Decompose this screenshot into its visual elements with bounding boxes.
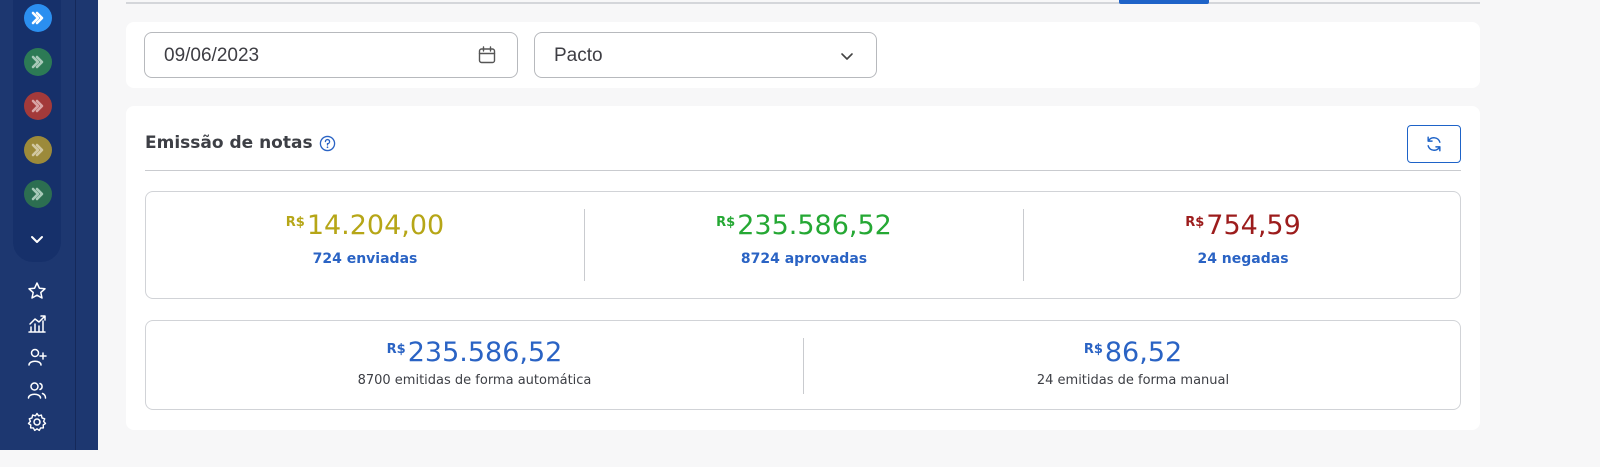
approved-count: 8724 aprovadas [740,251,868,267]
amount-value: 235.586,52 [737,210,892,241]
refresh-icon [1427,136,1441,152]
gear-icon [27,412,47,432]
invoice-emission-card: Emissão de notas R$ 14.204,00 724 enviad… [126,106,1480,430]
amount-value: 754,59 [1206,210,1301,241]
status-summary-box: R$ 14.204,00 724 enviadas R$ 235.586,52 … [145,191,1461,299]
tab-active-indicator[interactable] [1119,0,1209,4]
card-title-divider [145,170,1461,171]
manual-emission: R$ 86,52 24 emitidas de forma manual [804,321,1462,409]
app-pacto-gold[interactable] [24,136,52,164]
currency-symbol: R$ [285,215,305,230]
refresh-button[interactable] [1407,125,1461,163]
filter-card: 09/06/2023 Pacto [126,22,1480,88]
automatic-count: 8700 emitidas de forma automática [357,373,592,388]
card-title-text: Emissão de notas [145,133,313,153]
date-field-value: 09/06/2023 [164,45,260,66]
star-icon [28,282,46,299]
app-switcher [13,0,61,262]
sent-summary: R$ 14.204,00 724 enviadas [146,192,584,298]
pacto-app-icon [31,187,44,201]
denied-summary: R$ 754,59 24 negadas [1024,192,1462,298]
pacto-app-icon [31,55,44,69]
help-icon[interactable] [319,135,336,152]
sent-amount: R$ 14.204,00 [286,210,444,241]
manual-count: 24 emitidas de forma manual [1036,373,1230,388]
app-pacto-green[interactable] [24,48,52,76]
nav-add-user[interactable] [26,346,48,368]
manual-amount: R$ 86,52 [1084,337,1182,368]
currency-symbol: R$ [1083,342,1103,357]
app-pacto-darkgreen[interactable] [24,180,52,208]
chart-growth-icon [28,315,46,333]
pacto-app-icon [31,11,44,25]
nav-users[interactable] [26,379,48,401]
pacto-app-icon [31,99,44,113]
automatic-amount: R$ 235.586,52 [387,337,563,368]
automatic-emission: R$ 235.586,52 8700 emitidas de forma aut… [146,321,803,409]
currency-symbol: R$ [1185,215,1205,230]
calendar-icon[interactable] [477,45,497,65]
nav-settings[interactable] [26,411,48,433]
chevron-down-icon [31,236,43,243]
emission-mode-box: R$ 235.586,52 8700 emitidas de forma aut… [145,320,1461,410]
date-field[interactable]: 09/06/2023 [144,32,518,78]
pacto-app-icon [31,143,44,157]
app-pacto-blue[interactable] [24,4,52,32]
app-pacto-red[interactable] [24,92,52,120]
expand-apps-button[interactable] [25,227,49,251]
currency-symbol: R$ [716,215,736,230]
nav-reports[interactable] [26,313,48,335]
company-select[interactable]: Pacto [534,32,877,78]
currency-symbol: R$ [386,342,406,357]
nav-favorites[interactable] [26,280,48,302]
tab-bar-divider [126,2,1480,4]
amount-value: 235.586,52 [407,337,563,368]
chevron-down-icon [841,53,853,60]
sent-count: 724 enviadas [312,251,418,267]
denied-amount: R$ 754,59 [1185,210,1301,241]
denied-count: 24 negadas [1197,251,1289,267]
sidebar [0,0,98,450]
sidebar-divider [75,0,76,450]
users-icon [27,382,47,399]
user-add-icon [28,348,47,366]
approved-summary: R$ 235.586,52 8724 aprovadas [585,192,1023,298]
amount-value: 14.204,00 [306,210,445,241]
card-title: Emissão de notas [145,133,336,153]
company-select-value: Pacto [554,45,603,66]
approved-amount: R$ 235.586,52 [716,210,892,241]
amount-value: 86,52 [1104,337,1183,368]
